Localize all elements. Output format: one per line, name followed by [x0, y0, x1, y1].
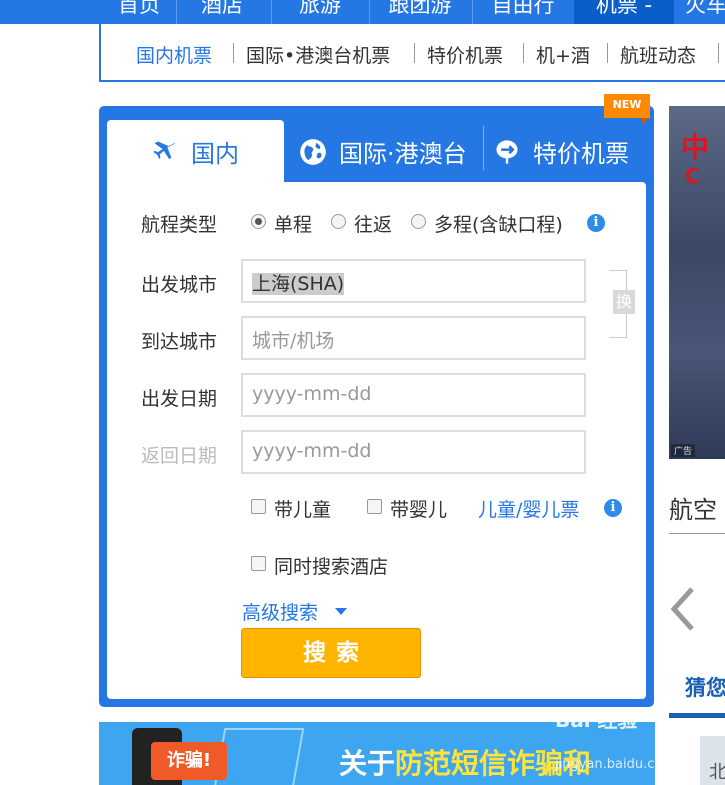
- chevron-left-icon[interactable]: [668, 586, 698, 632]
- depart-city-input[interactable]: 上海(SHA): [241, 259, 586, 303]
- nav-home[interactable]: 首页: [102, 0, 176, 24]
- child-ticket-info-icon[interactable]: i: [604, 499, 622, 517]
- ad-logo: 中: [681, 131, 710, 164]
- subnav-divider: [523, 43, 524, 63]
- hotel-checkbox[interactable]: [251, 556, 266, 571]
- subnav-divider: [414, 43, 415, 63]
- tab-international[interactable]: 国际·港澳台: [295, 120, 481, 186]
- radio-round-trip[interactable]: [331, 214, 346, 229]
- flight-search-panel: NEW 国内 国际·港澳台 特价机票 航程类型 单程 往返 多程(含缺口程) i…: [99, 94, 654, 707]
- tab-divider: [483, 126, 484, 170]
- subnav-international[interactable]: 国际•港澳台机票: [246, 41, 390, 68]
- radio-one-way-label[interactable]: 单程: [274, 210, 312, 237]
- radio-multi-city[interactable]: [411, 214, 426, 229]
- child-infant-ticket-link[interactable]: 儿童/婴儿票: [478, 495, 579, 522]
- tab-international-label: 国际·港澳台: [339, 140, 467, 168]
- tab-domestic[interactable]: 国内: [107, 120, 284, 188]
- tab-special[interactable]: 特价机票: [491, 120, 641, 186]
- infant-checkbox-label[interactable]: 带婴儿: [390, 495, 447, 522]
- side-ad[interactable]: 中 C 广告: [669, 106, 725, 459]
- nav-group-tour[interactable]: 跟团游: [370, 0, 470, 24]
- subnav-divider: [718, 43, 719, 63]
- nav-free-travel[interactable]: 自由行: [473, 0, 573, 24]
- scam-warning-badge: 诈骗!: [151, 742, 227, 780]
- trip-info-icon[interactable]: i: [587, 214, 605, 232]
- discount-icon: [496, 140, 518, 164]
- baidu-watermark: Bai 经验: [555, 708, 638, 732]
- subnav-divider: [233, 43, 234, 63]
- airline-section-title: 航空: [669, 496, 717, 524]
- new-badge: NEW: [604, 94, 650, 124]
- chevron-down-icon: [335, 608, 347, 615]
- nav-travel[interactable]: 旅游: [272, 0, 368, 24]
- arrive-city-label: 到达城市: [141, 331, 218, 353]
- subnav-flight-status[interactable]: 航班动态: [620, 41, 696, 68]
- nav-divider: [176, 0, 177, 24]
- depart-city-value: 上海(SHA): [252, 273, 345, 295]
- radio-one-way[interactable]: [251, 214, 266, 229]
- nav-hotel[interactable]: 酒店: [178, 0, 266, 24]
- flight-subnav: 国内机票 国际•港澳台机票 特价机票 机+酒 航班动态: [99, 24, 725, 82]
- return-date-label: 返回日期: [141, 445, 218, 467]
- nav-flights[interactable]: 机票 -: [574, 0, 674, 24]
- subnav-divider: [607, 43, 608, 63]
- depart-date-input[interactable]: yyyy-mm-dd: [241, 373, 586, 417]
- trip-type-label: 航程类型: [141, 214, 218, 236]
- subnav-special[interactable]: 特价机票: [427, 41, 503, 68]
- ad-logo-letter: C: [685, 164, 700, 188]
- baidu-watermark-url: jingyan.baidu.com: [555, 757, 675, 772]
- globe-icon: [300, 139, 326, 165]
- guess-tab-underline: [669, 713, 725, 718]
- tab-domestic-label: 国内: [191, 140, 239, 168]
- ad-tag: 广告: [671, 444, 696, 457]
- tab-guess[interactable]: 猜您: [685, 672, 725, 702]
- search-form: 航程类型 单程 往返 多程(含缺口程) i 出发城市 上海(SHA) 到达城市 …: [107, 182, 646, 699]
- radio-multi-city-label[interactable]: 多程(含缺口程): [434, 210, 563, 237]
- hotel-checkbox-label[interactable]: 同时搜索酒店: [274, 552, 388, 579]
- advanced-search-link[interactable]: 高级搜索: [242, 598, 318, 625]
- building-illustration: [213, 728, 305, 785]
- depart-date-label: 出发日期: [141, 388, 218, 410]
- top-nav: 首页 酒店 旅游 跟团游 自由行 机票 - 火车: [0, 0, 725, 24]
- tab-special-label: 特价机票: [533, 140, 629, 168]
- nav-train[interactable]: 火车: [676, 0, 725, 24]
- plane-icon: [153, 141, 176, 159]
- search-button[interactable]: 搜索: [241, 628, 421, 678]
- subnav-flight-hotel[interactable]: 机+酒: [536, 41, 590, 68]
- banner-slogan: 关于防范短信诈骗和: [339, 742, 591, 782]
- return-date-input[interactable]: yyyy-mm-dd: [241, 430, 586, 474]
- section-divider: [669, 533, 725, 534]
- child-checkbox[interactable]: [251, 499, 266, 514]
- arrive-city-input[interactable]: 城市/机场: [241, 316, 586, 360]
- right-grey-block: 北: [700, 736, 725, 785]
- child-checkbox-label[interactable]: 带儿童: [274, 495, 331, 522]
- radio-round-trip-label[interactable]: 往返: [354, 210, 392, 237]
- depart-city-label: 出发城市: [141, 274, 218, 296]
- banner-slogan-white: 关于: [339, 747, 396, 780]
- subnav-domestic[interactable]: 国内机票: [136, 41, 212, 68]
- swap-cities-button[interactable]: 换: [613, 290, 635, 314]
- infant-checkbox[interactable]: [367, 499, 382, 514]
